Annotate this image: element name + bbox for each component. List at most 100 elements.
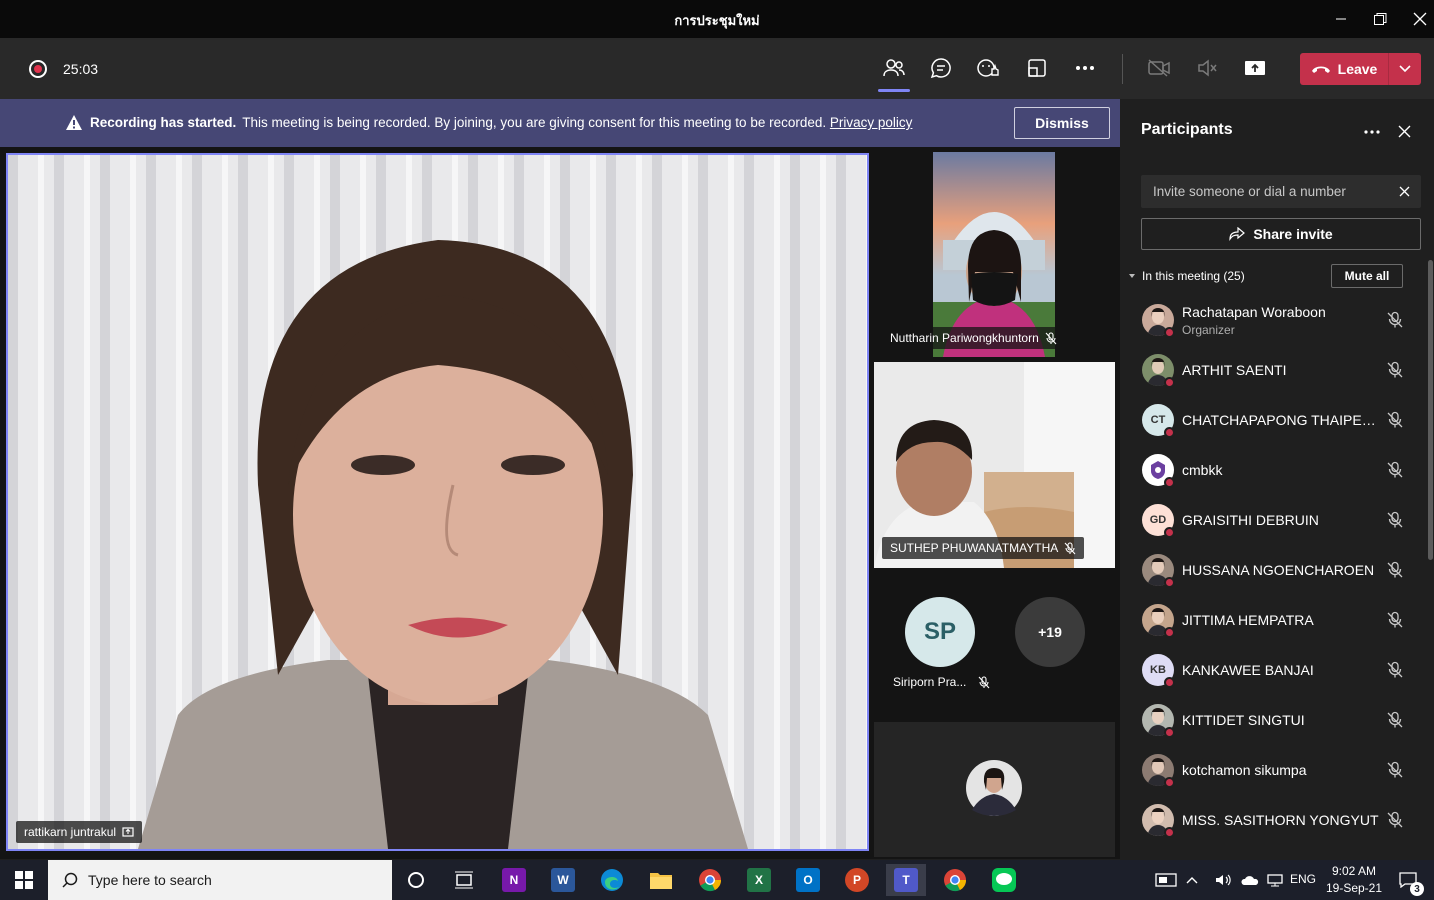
clock[interactable]: 9:02 AM 19-Sep-21 <box>1322 863 1386 897</box>
window-title: การประชุมใหม่ <box>674 13 760 28</box>
share-screen-button[interactable] <box>1237 50 1273 86</box>
taskbar-search[interactable]: Type here to search <box>48 860 392 900</box>
mic-toggle-button[interactable] <box>1189 50 1225 86</box>
participant-row[interactable]: JITTIMA HEMPATRA <box>1120 595 1420 645</box>
chrome-profile-app[interactable] <box>935 864 975 896</box>
participant-row[interactable]: KITTIDET SINGTUI <box>1120 695 1420 745</box>
chrome-icon <box>699 869 722 892</box>
participant-list: Rachatapan Woraboon Organizer ARTHIT SAENT… <box>1120 295 1420 845</box>
privacy-policy-link[interactable]: Privacy policy <box>830 115 913 130</box>
folder-icon <box>650 873 672 889</box>
mic-off-icon[interactable] <box>1386 411 1404 429</box>
participants-toggle-button[interactable] <box>876 50 912 92</box>
mic-off-icon[interactable] <box>1386 811 1404 829</box>
panel-more-icon[interactable] <box>1364 130 1380 134</box>
leave-options-button[interactable] <box>1388 53 1421 85</box>
onedrive-button[interactable] <box>1238 864 1262 896</box>
line-app[interactable] <box>984 864 1024 896</box>
presence-status-icon <box>1164 727 1175 738</box>
network-icon <box>1267 874 1283 887</box>
chrome-app[interactable] <box>690 864 730 896</box>
mic-off-icon <box>1064 541 1076 554</box>
mic-off-icon[interactable] <box>1386 511 1404 529</box>
participant-row[interactable]: CT CHATCHAPAPONG THAIPETK... <box>1120 395 1420 445</box>
participant-row[interactable]: kotchamon sikumpa <box>1120 745 1420 795</box>
speaker-off-icon <box>1198 59 1217 77</box>
panel-close-icon[interactable] <box>1398 125 1411 138</box>
avatar-tile-sp-name: Siriporn Pra... <box>893 675 967 689</box>
start-button[interactable] <box>4 864 44 896</box>
participants-panel: Participants Invite someone or dial a nu… <box>1120 99 1434 859</box>
participant-row[interactable]: cmbkk <box>1120 445 1420 495</box>
dismiss-button[interactable]: Dismiss <box>1014 107 1110 139</box>
search-icon <box>62 872 78 888</box>
participant-name: JITTIMA HEMPATRA <box>1182 612 1314 628</box>
section-header[interactable]: In this meeting (25) <box>1128 269 1245 283</box>
participant-row[interactable]: MISS. SASITHORN YONGYUT <box>1120 795 1420 845</box>
participant-role: Organizer <box>1182 323 1235 337</box>
hang-up-icon <box>1311 66 1330 73</box>
participant-row[interactable]: KB KANKAWEE BANJAI <box>1120 645 1420 695</box>
invite-input[interactable]: Invite someone or dial a number <box>1141 175 1421 208</box>
leave-button[interactable]: Leave <box>1300 53 1388 85</box>
mic-off-icon[interactable] <box>1386 761 1404 779</box>
mic-off-icon[interactable] <box>1386 611 1404 629</box>
reactions-button[interactable] <box>971 50 1007 86</box>
clear-icon[interactable] <box>1399 186 1410 197</box>
powerpoint-app[interactable]: P <box>837 864 877 896</box>
share-invite-button[interactable]: Share invite <box>1141 218 1421 250</box>
outlook-icon: O <box>796 868 820 892</box>
tile-1-name: Nuttharin Pariwongkhuntorn <box>890 331 1039 345</box>
mic-off-icon[interactable] <box>1386 561 1404 579</box>
volume-button[interactable] <box>1212 864 1236 896</box>
presence-status-icon <box>1164 377 1175 388</box>
presence-status-icon <box>1164 477 1175 488</box>
edge-app[interactable] <box>592 864 632 896</box>
camera-toggle-button[interactable] <box>1141 50 1177 86</box>
main-video-label: rattikarn juntrakul <box>16 821 143 843</box>
task-view-button[interactable] <box>444 864 484 896</box>
mic-off-icon[interactable] <box>1386 461 1404 479</box>
share-invite-label: Share invite <box>1253 226 1333 242</box>
file-explorer-app[interactable] <box>641 864 681 896</box>
language-indicator[interactable]: ENG <box>1290 872 1316 886</box>
participant-row[interactable]: HUSSANA NGOENCHAROEN <box>1120 545 1420 595</box>
tray-overflow-button[interactable] <box>1182 864 1202 896</box>
participant-row[interactable]: ARTHIT SAENTI <box>1120 345 1420 395</box>
overflow-participants-button[interactable]: +19 <box>1015 597 1085 667</box>
participant-row[interactable]: Rachatapan Woraboon Organizer <box>1120 295 1420 345</box>
main-video-tile[interactable]: rattikarn juntrakul <box>6 153 869 851</box>
screen-share-icon <box>122 827 134 837</box>
panel-scrollbar[interactable] <box>1428 260 1433 560</box>
participant-avatar-sp[interactable]: SP <box>905 597 975 667</box>
windows-logo-icon <box>15 871 33 889</box>
teams-app[interactable]: T <box>886 864 926 896</box>
outlook-app[interactable]: O <box>788 864 828 896</box>
cortana-button[interactable] <box>396 864 436 896</box>
self-video-tile[interactable] <box>874 722 1115 857</box>
excel-app[interactable]: X <box>739 864 779 896</box>
mic-off-icon[interactable] <box>1386 711 1404 729</box>
mic-off-icon[interactable] <box>1386 361 1404 379</box>
powerpoint-icon: P <box>845 868 869 892</box>
network-button[interactable] <box>1263 864 1287 896</box>
cortana-icon <box>408 872 424 888</box>
mic-off-icon[interactable] <box>1386 311 1404 329</box>
chat-button[interactable] <box>923 50 959 86</box>
section-label: In this meeting (25) <box>1142 269 1245 283</box>
more-icon <box>1076 66 1094 70</box>
avatar-tile-sp-label: Siriporn Pra... <box>893 675 990 689</box>
close-window-button[interactable] <box>1397 0 1434 38</box>
participant-row[interactable]: GD GRAISITHI DEBRUIN <box>1120 495 1420 545</box>
video-tile-2-label: SUTHEP PHUWANATMAYTHA <box>882 537 1085 559</box>
breakout-rooms-button[interactable] <box>1019 50 1055 86</box>
onenote-app[interactable]: N <box>494 864 534 896</box>
toolbar-divider <box>1122 54 1123 84</box>
meet-now-button[interactable] <box>1146 864 1186 896</box>
warning-icon <box>66 115 82 130</box>
action-center-button[interactable]: 3 <box>1388 864 1428 896</box>
mute-all-button[interactable]: Mute all <box>1331 264 1403 288</box>
more-actions-button[interactable] <box>1067 50 1103 86</box>
word-app[interactable]: W <box>543 864 583 896</box>
mic-off-icon[interactable] <box>1386 661 1404 679</box>
